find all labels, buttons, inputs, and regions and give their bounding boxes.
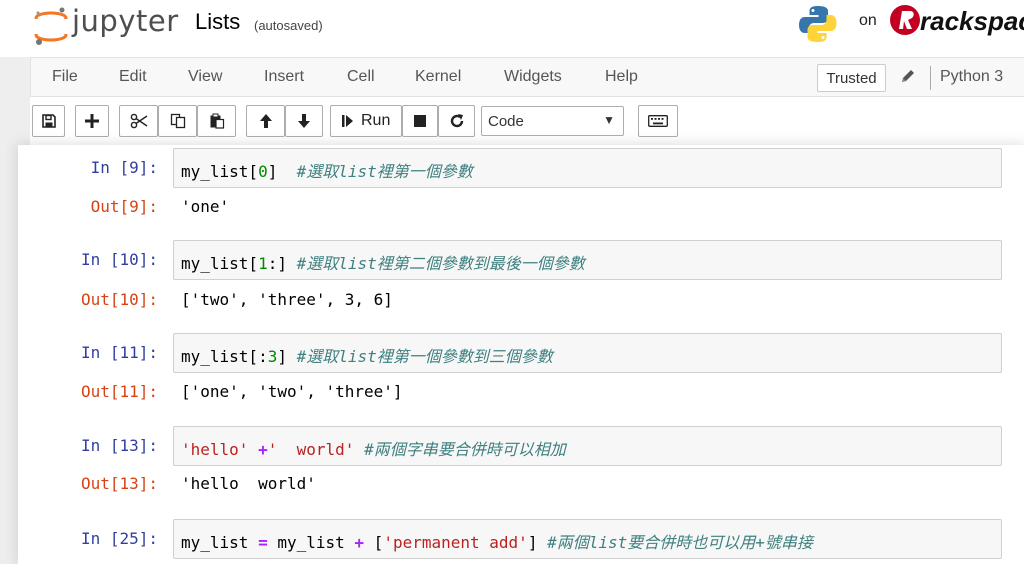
code-comment: #兩個list要合併時也可以用+號串接 — [547, 533, 813, 552]
move-down-icon — [298, 114, 310, 128]
code-cell-input[interactable]: my_list[1:] #選取list裡第二個參數到最後一個參數 — [173, 240, 1002, 280]
code-token: my_list[ — [181, 254, 259, 273]
kernel-indicator[interactable]: Python 3 — [940, 68, 1003, 86]
in-prompt: In [9]: — [90, 158, 158, 177]
code-token: : — [267, 254, 278, 273]
copy-icon — [170, 113, 185, 129]
python-logo-icon — [799, 6, 837, 42]
code-token: ] — [277, 254, 297, 273]
interrupt-button[interactable] — [402, 105, 438, 137]
in-prompt: In [25]: — [80, 529, 158, 548]
save-icon — [41, 114, 56, 128]
code-token: ] — [267, 162, 297, 181]
code-token: : — [258, 347, 268, 366]
menu-help[interactable]: Help — [605, 68, 638, 86]
code-string: 'permanent add' — [383, 533, 528, 552]
menubar: File Edit View Insert Cell Kernel Widget… — [30, 57, 1024, 97]
out-prompt: Out[9]: — [90, 197, 158, 216]
code-comment: #兩個字串要合併時可以相加 — [364, 440, 566, 459]
cell-output: 'one' — [181, 197, 230, 216]
code-cell-input[interactable]: my_list[:3] #選取list裡第一個參數到三個參數 — [173, 333, 1002, 373]
code-token: ] — [277, 347, 297, 366]
command-palette-button[interactable] — [638, 105, 678, 137]
jupyter-logo-icon[interactable] — [34, 6, 68, 46]
code-operator: + — [258, 440, 268, 459]
out-prompt: Out[10]: — [80, 290, 158, 309]
notebook-header: jupyter Lists (autosaved) on rackspace — [0, 0, 1024, 57]
paste-button[interactable] — [197, 105, 236, 137]
autosave-status: (autosaved) — [254, 18, 323, 33]
paste-icon — [210, 113, 224, 129]
code-comment: #選取list裡第二個參數到最後一個參數 — [296, 254, 585, 273]
code-token: my_list[ — [181, 162, 259, 181]
code-comment: #選取list裡第一個參數 — [296, 162, 473, 181]
move-down-button[interactable] — [285, 105, 323, 137]
code-token: my_list — [181, 533, 259, 552]
run-button[interactable]: Run — [330, 105, 402, 137]
notebook-toolbar: Run Code ▼ — [30, 97, 1024, 145]
pencil-icon[interactable] — [899, 67, 917, 85]
code-cell-input[interactable]: my_list[0] #選取list裡第一個參數 — [173, 148, 1002, 188]
code-token: [ — [364, 533, 384, 552]
move-up-icon — [259, 114, 272, 128]
menu-widgets[interactable]: Widgets — [504, 68, 562, 86]
move-up-button[interactable] — [246, 105, 285, 137]
dropdown-arrow-icon: ▼ — [603, 113, 615, 127]
cut-icon — [130, 113, 147, 129]
in-prompt: In [10]: — [80, 250, 158, 269]
save-button[interactable] — [32, 105, 65, 137]
code-number: 3 — [267, 347, 278, 366]
cell-output: ['one', 'two', 'three'] — [181, 382, 403, 401]
menu-cell[interactable]: Cell — [347, 68, 375, 86]
menu-insert[interactable]: Insert — [264, 68, 304, 86]
out-prompt: Out[11]: — [80, 382, 158, 401]
jupyter-wordmark[interactable]: jupyter — [72, 4, 179, 38]
menubar-divider — [930, 66, 931, 90]
code-string: ' world' — [267, 440, 355, 459]
add-cell-button[interactable] — [75, 105, 109, 137]
code-cell-input[interactable]: 'hello' +' world' #兩個字串要合併時可以相加 — [173, 426, 1002, 466]
cell-type-value: Code — [488, 112, 524, 130]
in-prompt: In [13]: — [80, 436, 158, 455]
menu-file[interactable]: File — [52, 68, 78, 86]
code-operator: + — [354, 533, 365, 552]
menu-edit[interactable]: Edit — [119, 68, 147, 86]
stop-icon — [414, 115, 426, 127]
code-token: ] — [527, 533, 548, 552]
code-number: 1 — [258, 254, 268, 273]
restart-kernel-button[interactable] — [438, 105, 475, 137]
run-label: Run — [361, 112, 391, 129]
menu-kernel[interactable]: Kernel — [415, 68, 461, 86]
code-operator: = — [258, 533, 268, 552]
code-token: my_list[ — [181, 347, 259, 366]
rackspace-wordmark: rackspace — [920, 6, 1024, 36]
out-prompt: Out[13]: — [80, 474, 158, 493]
keyboard-icon — [648, 115, 668, 127]
notebook-area: In [9]: my_list[0] #選取list裡第一個參數 Out[9]:… — [0, 145, 1024, 564]
menu-view[interactable]: View — [188, 68, 222, 86]
cell-type-select[interactable]: Code ▼ — [481, 106, 624, 136]
hosted-on-label: on — [859, 12, 877, 29]
copy-button[interactable] — [158, 105, 197, 137]
code-token: my_list — [267, 533, 355, 552]
restart-icon — [450, 114, 463, 128]
in-prompt: In [11]: — [80, 343, 158, 362]
notebook-page: In [9]: my_list[0] #選取list裡第一個參數 Out[9]:… — [18, 145, 1024, 564]
rackspace-logo-icon — [890, 5, 920, 35]
add-cell-icon — [85, 114, 99, 128]
notebook-title[interactable]: Lists — [195, 9, 240, 35]
code-cell-input[interactable]: my_list = my_list + ['permanent add'] #兩… — [173, 519, 1002, 559]
run-icon — [342, 115, 353, 127]
cut-button[interactable] — [119, 105, 158, 137]
code-string: 'hello' — [181, 440, 249, 459]
cell-output: ['two', 'three', 3, 6] — [181, 290, 393, 309]
cell-output: 'hello world' — [181, 474, 316, 493]
code-number: 0 — [258, 162, 268, 181]
trusted-indicator[interactable]: Trusted — [817, 64, 886, 92]
code-comment: #選取list裡第一個參數到三個參數 — [296, 347, 553, 366]
